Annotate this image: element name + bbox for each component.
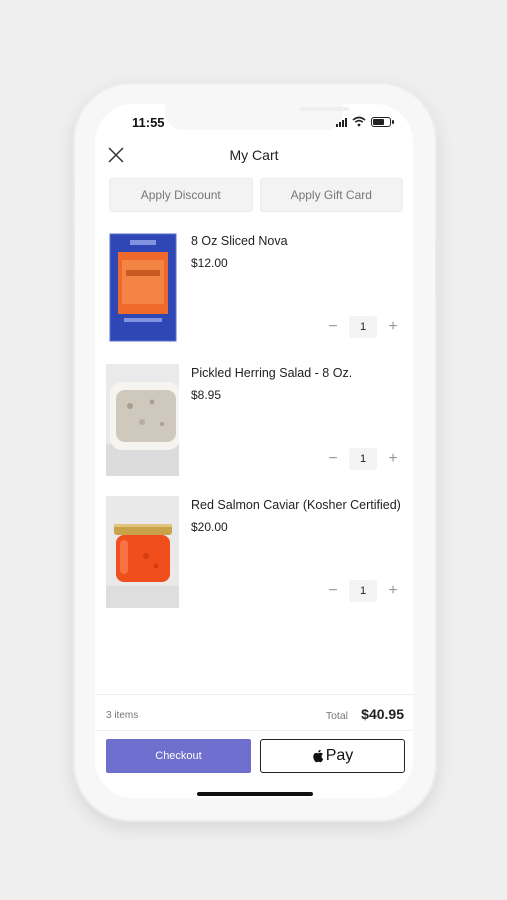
increase-quantity-button[interactable]: + <box>387 583 399 599</box>
apple-pay-button[interactable]: Pay <box>260 739 405 773</box>
apply-discount-button[interactable]: Apply Discount <box>109 178 253 212</box>
quantity-value[interactable]: 1 <box>349 580 377 602</box>
increase-quantity-button[interactable]: + <box>387 319 399 335</box>
item-price: $8.95 <box>191 388 222 402</box>
cart-actions: Apply Discount Apply Gift Card <box>109 178 403 212</box>
checkout-button[interactable]: Checkout <box>106 739 251 773</box>
item-price: $20.00 <box>191 520 228 534</box>
battery-icon <box>371 116 394 127</box>
quantity-stepper: − 1 + <box>327 448 399 470</box>
checkout-row: Checkout Pay <box>106 739 405 773</box>
notch <box>165 104 349 130</box>
product-image-herring[interactable] <box>106 364 179 476</box>
item-name: 8 Oz Sliced Nova <box>191 234 288 248</box>
signal-icon <box>336 117 347 127</box>
apple-icon <box>312 749 323 763</box>
cart-header: My Cart <box>95 142 413 170</box>
decrease-quantity-button[interactable]: − <box>327 451 339 467</box>
divider <box>95 730 413 731</box>
home-indicator[interactable] <box>197 792 313 796</box>
divider <box>95 694 413 695</box>
cart-summary: 3 items Total $40.95 <box>106 704 404 728</box>
quantity-stepper: − 1 + <box>327 316 399 338</box>
phone-side-button <box>436 240 440 300</box>
quantity-stepper: − 1 + <box>327 580 399 602</box>
product-image-caviar[interactable] <box>106 496 179 608</box>
apple-pay-label: Pay <box>325 747 354 764</box>
cart-items: 8 Oz Sliced Nova $12.00 − 1 + Pickled He… <box>95 230 413 626</box>
status-time: 11:55 <box>132 115 165 130</box>
increase-quantity-button[interactable]: + <box>387 451 399 467</box>
speaker <box>299 107 349 111</box>
product-image-nova[interactable] <box>106 232 179 344</box>
quantity-value[interactable]: 1 <box>349 316 377 338</box>
wifi-icon <box>352 116 366 127</box>
cart-item: Red Salmon Caviar (Kosher Certified) $20… <box>95 494 413 626</box>
item-price: $12.00 <box>191 256 228 270</box>
item-name: Pickled Herring Salad - 8 Oz. <box>191 366 353 380</box>
quantity-value[interactable]: 1 <box>349 448 377 470</box>
total-label: Total <box>325 710 348 722</box>
status-icons <box>336 116 394 127</box>
item-name: Red Salmon Caviar (Kosher Certified) <box>191 498 401 512</box>
items-count: 3 items <box>106 710 139 721</box>
phone-side-button <box>70 178 74 200</box>
phone-side-button <box>70 228 74 268</box>
decrease-quantity-button[interactable]: − <box>327 583 339 599</box>
cart-item: Pickled Herring Salad - 8 Oz. $8.95 − 1 … <box>95 362 413 494</box>
apply-gift-card-button[interactable]: Apply Gift Card <box>259 178 403 212</box>
cart-item: 8 Oz Sliced Nova $12.00 − 1 + <box>95 230 413 362</box>
phone-side-button <box>70 280 74 320</box>
decrease-quantity-button[interactable]: − <box>327 319 339 335</box>
app-screen: 11:55 My Cart Apply Discount Apply Gift … <box>95 104 413 798</box>
page-title: My Cart <box>229 147 279 163</box>
total-value: $40.95 <box>361 706 404 722</box>
